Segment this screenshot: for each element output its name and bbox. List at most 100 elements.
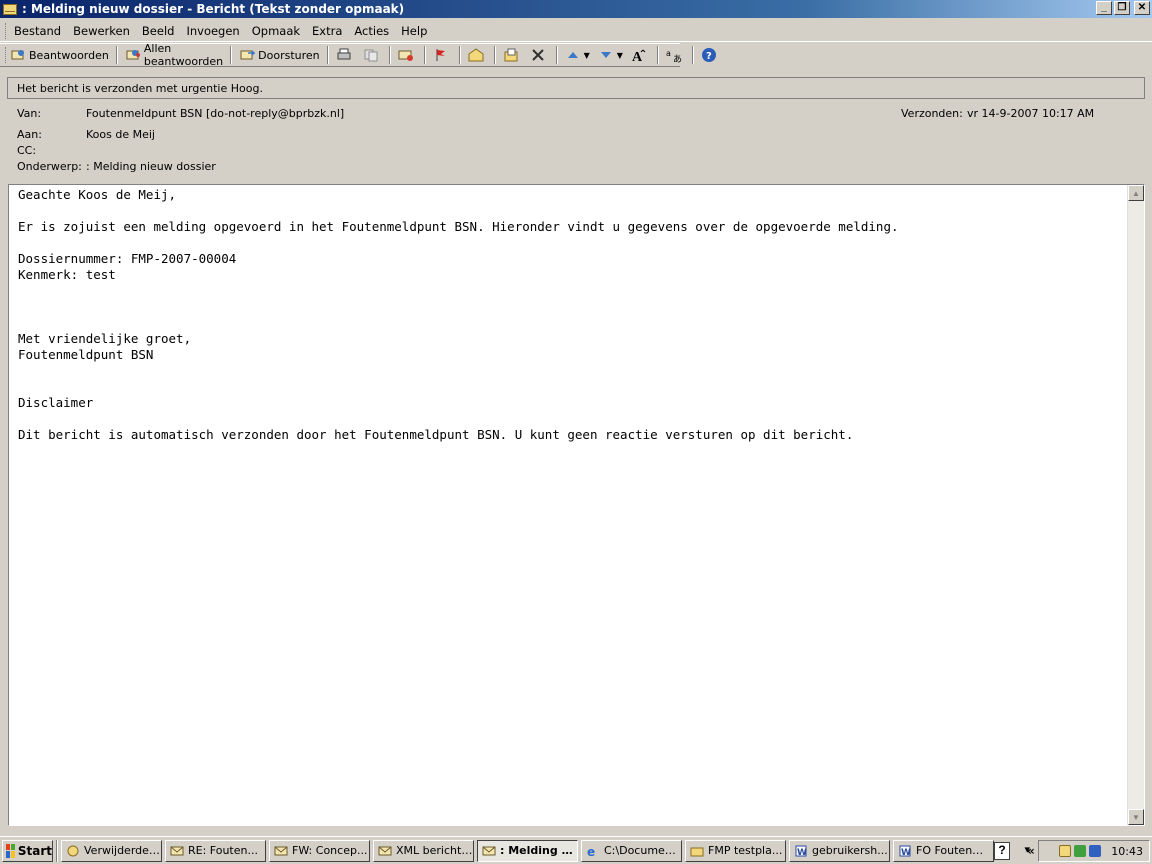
importance-infobar: Het bericht is verzonden met urgentie Ho…: [7, 77, 1145, 99]
taskbar-button[interactable]: FMP testpla...: [685, 839, 786, 862]
forward-button[interactable]: Doorsturen: [235, 45, 324, 65]
svg-text:e: e: [587, 845, 595, 857]
svg-text:あ: あ: [673, 54, 682, 63]
move-to-folder-button[interactable]: [499, 45, 526, 65]
separator: [555, 46, 558, 64]
font-size-button[interactable]: A: [627, 45, 654, 65]
taskbar-button[interactable]: XML bericht ...: [373, 839, 474, 862]
task-list: Verwijderde ... RE: Fouten... FW: Concep..…: [61, 839, 997, 862]
delete-button[interactable]: [526, 45, 553, 65]
copy-button[interactable]: [359, 45, 386, 65]
taskbar-button[interactable]: Wgebruikersh...: [789, 839, 890, 862]
mail-icon: [274, 845, 288, 857]
word-icon: W: [794, 845, 808, 857]
separator: [230, 46, 233, 64]
scroll-down-button[interactable]: ▼: [1128, 809, 1144, 825]
menu-beeld[interactable]: Beeld: [136, 24, 181, 38]
sent-label: Verzonden:: [901, 107, 963, 120]
next-item-button[interactable]: ▼: [594, 45, 627, 65]
separator: [493, 46, 496, 64]
taskbar-button-label: XML bericht ...: [396, 844, 473, 857]
taskbar-button[interactable]: e C:\Documen...: [581, 839, 682, 862]
minimize-button[interactable]: _: [1096, 1, 1112, 15]
separator: [56, 839, 58, 862]
separator: [388, 46, 391, 64]
flag-icon: [433, 47, 449, 63]
envelope-icon: [3, 3, 17, 15]
message-body-text[interactable]: Geachte Koos de Meij, Er is zojuist een …: [18, 187, 899, 443]
reply-label: Beantwoorden: [29, 48, 109, 62]
mail-icon: [170, 845, 184, 857]
menu-acties[interactable]: Acties: [348, 24, 395, 38]
sent-value: vr 14-9-2007 10:17 AM: [967, 107, 1095, 120]
sent-row: Verzonden: vr 14-9-2007 10:17 AM: [901, 107, 1094, 120]
help-icon[interactable]: ?: [994, 842, 1010, 860]
flag-button[interactable]: [429, 45, 456, 65]
taskbar: Start Verwijderde ... RE: Fouten... FW: Co…: [0, 836, 1152, 864]
separator: [458, 46, 461, 64]
separator: [115, 46, 118, 64]
forward-icon: [239, 47, 256, 63]
taskbar-button[interactable]: RE: Fouten...: [165, 839, 266, 862]
taskbar-button-label: : Melding ni...: [500, 844, 577, 857]
translate-icon: aあ: [666, 47, 682, 63]
network-icon[interactable]: [1074, 845, 1087, 857]
copy-icon: [363, 47, 379, 63]
title-bar: : Melding nieuw dossier - Bericht (Tekst…: [0, 0, 1152, 18]
menu-bewerken[interactable]: Bewerken: [67, 24, 136, 38]
mail-icon: [378, 845, 392, 857]
chevron-down-icon: ▼: [583, 50, 590, 60]
separator: [326, 46, 329, 64]
taskbar-button-label: FMP testpla...: [708, 844, 783, 857]
print-button[interactable]: [332, 45, 359, 65]
message-body-pane[interactable]: Geachte Koos de Meij, Er is zojuist een …: [8, 184, 1145, 826]
menu-invoegen[interactable]: Invoegen: [180, 24, 245, 38]
reminder-icon[interactable]: [1059, 845, 1072, 857]
printer-icon: [336, 47, 352, 63]
translate-button[interactable]: aあ: [662, 45, 689, 65]
taskbar-button[interactable]: Verwijderde ...: [61, 839, 162, 862]
cc-row: CC:: [17, 144, 86, 157]
security-shield-icon[interactable]: [1089, 845, 1102, 857]
maximize-button[interactable]: ❐: [1114, 1, 1130, 15]
help-button[interactable]: ?: [697, 45, 724, 65]
vertical-scrollbar[interactable]: ▲ ▼: [1127, 185, 1144, 825]
menu-bestand[interactable]: Bestand: [8, 24, 67, 38]
reply-all-button[interactable]: Allen beantwoorden: [121, 42, 227, 68]
move-button[interactable]: [394, 45, 421, 65]
from-value[interactable]: Foutenmeldpunt BSN [do-not-reply@bprbzk.…: [86, 107, 344, 120]
open-button[interactable]: [464, 45, 491, 65]
font-size-icon: A: [631, 47, 647, 63]
reply-button[interactable]: Beantwoorden: [6, 45, 113, 65]
arrow-down-icon: [598, 47, 614, 63]
forward-label: Doorsturen: [258, 48, 320, 62]
folder-move-icon: [503, 47, 519, 63]
to-value[interactable]: Koos de Meij: [86, 128, 155, 141]
ie-icon: e: [586, 845, 600, 857]
to-row: Aan: Koos de Meij: [17, 128, 155, 141]
cc-label: CC:: [17, 144, 37, 157]
start-button[interactable]: Start: [2, 839, 53, 862]
chevron-down-icon: ▼: [616, 50, 623, 60]
menu-opmaak[interactable]: Opmaak: [246, 24, 306, 38]
clock[interactable]: 10:43: [1111, 845, 1143, 858]
previous-item-button[interactable]: ▼: [561, 45, 594, 65]
show-hidden-icons-icon[interactable]: «: [1027, 844, 1035, 858]
scroll-up-button[interactable]: ▲: [1128, 185, 1144, 201]
svg-text:W: W: [797, 848, 807, 857]
subject-row: Onderwerp: : Melding nieuw dossier: [17, 160, 216, 173]
menu-help[interactable]: Help: [395, 24, 433, 38]
window-title: : Melding nieuw dossier - Bericht (Tekst…: [22, 2, 405, 16]
mail-icon: [482, 845, 496, 857]
taskbar-button-label: C:\Documen...: [604, 844, 681, 857]
reply-icon: [10, 47, 26, 63]
close-button[interactable]: ✕: [1134, 1, 1150, 15]
taskbar-button[interactable]: FW: Concep...: [269, 839, 370, 862]
subject-label: Onderwerp:: [17, 160, 82, 173]
arrow-up-icon: [565, 47, 581, 63]
menu-extra[interactable]: Extra: [306, 24, 348, 38]
taskbar-button[interactable]: : Melding ni...: [477, 839, 578, 862]
taskbar-button[interactable]: W FO Foutenm...: [893, 839, 994, 862]
reply-all-label: Allen beantwoorden: [143, 42, 224, 68]
open-envelope-icon: [468, 47, 484, 63]
